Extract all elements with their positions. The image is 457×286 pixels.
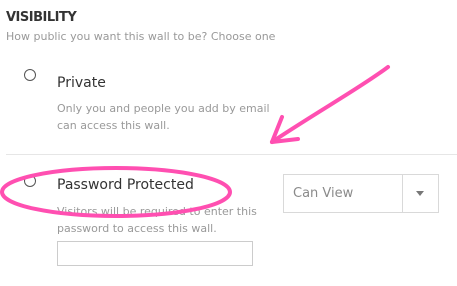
private-option-title: Private — [57, 75, 106, 91]
chevron-down-icon[interactable] — [416, 191, 424, 196]
permission-select-value: Can View — [293, 186, 354, 201]
private-radio[interactable] — [24, 69, 36, 81]
permission-select[interactable]: Can View — [283, 174, 439, 213]
divider — [6, 154, 457, 155]
password-protected-option-title: Password Protected — [57, 177, 194, 193]
visibility-subtitle: How public you want this wall to be? Cho… — [6, 30, 276, 43]
visibility-heading: VISIBILITY — [6, 10, 77, 25]
arrow-annotation-icon — [270, 65, 390, 144]
password-protected-radio[interactable] — [24, 175, 36, 187]
private-option-description: Only you and people you add by email can… — [57, 102, 270, 132]
select-divider — [402, 175, 403, 212]
password-input[interactable] — [57, 241, 253, 266]
password-protected-option-description: Visitors will be required to enter this … — [57, 205, 257, 235]
